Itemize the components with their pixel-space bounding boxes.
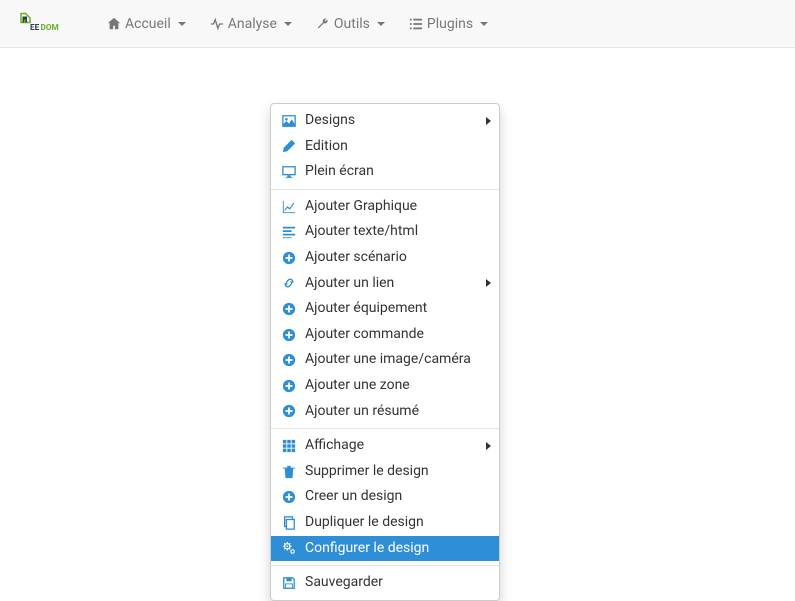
menu-ajouter-image[interactable]: Ajouter une image/caméra: [271, 347, 499, 373]
plus-circle-icon: [281, 378, 297, 394]
chart-line-icon: [281, 199, 297, 215]
menu-ajouter-equipement[interactable]: Ajouter équipement: [271, 296, 499, 322]
chevron-right-icon: [486, 442, 491, 450]
menu-ajouter-equipement-label: Ajouter équipement: [305, 299, 427, 319]
cogs-icon: [281, 540, 297, 556]
menu-ajouter-image-label: Ajouter une image/caméra: [305, 350, 471, 370]
menu-supprimer-label: Supprimer le design: [305, 462, 429, 482]
th-icon: [281, 438, 297, 454]
svg-text:DOM: DOM: [41, 23, 59, 33]
plus-circle-icon: [281, 352, 297, 368]
logo[interactable]: EE DOM: [15, 10, 75, 38]
plus-circle-icon: [281, 489, 297, 505]
menu-affichage-label: Affichage: [305, 436, 364, 456]
menu-ajouter-lien-label: Ajouter un lien: [305, 274, 394, 294]
chevron-right-icon: [486, 279, 491, 287]
caret-icon: [377, 22, 385, 26]
menu-plein-ecran[interactable]: Plein écran: [271, 159, 499, 185]
menu-plein-ecran-label: Plein écran: [305, 162, 374, 182]
chevron-right-icon: [486, 117, 491, 125]
heartbeat-icon: [210, 17, 224, 31]
menu-ajouter-graphique-label: Ajouter Graphique: [305, 197, 417, 217]
plus-circle-icon: [281, 403, 297, 419]
floppy-icon: [281, 575, 297, 591]
menu-sauvegarder[interactable]: Sauvegarder: [271, 570, 499, 596]
menu-sauvegarder-label: Sauvegarder: [305, 573, 383, 593]
menu-ajouter-resume-label: Ajouter un résumé: [305, 402, 419, 422]
menu-separator: [271, 428, 499, 429]
picture-icon: [281, 113, 297, 129]
nav-outils-label: Outils: [334, 16, 370, 32]
plus-circle-icon: [281, 327, 297, 343]
caret-icon: [284, 22, 292, 26]
nav-analyse[interactable]: Analyse: [198, 8, 304, 40]
menu-configurer[interactable]: Configurer le design: [271, 536, 499, 562]
navbar: EE DOM Accueil Analyse Outils Plugins: [0, 0, 795, 48]
home-icon: [107, 17, 121, 31]
menu-ajouter-commande[interactable]: Ajouter commande: [271, 322, 499, 348]
nav-accueil-label: Accueil: [125, 16, 171, 32]
menu-ajouter-scenario[interactable]: Ajouter scénario: [271, 245, 499, 271]
link-icon: [281, 275, 297, 291]
menu-affichage[interactable]: Affichage: [271, 433, 499, 459]
menu-ajouter-texte-label: Ajouter texte/html: [305, 222, 418, 242]
menu-ajouter-graphique[interactable]: Ajouter Graphique: [271, 194, 499, 220]
plus-circle-icon: [281, 250, 297, 266]
menu-supprimer[interactable]: Supprimer le design: [271, 459, 499, 485]
menu-creer[interactable]: Creer un design: [271, 484, 499, 510]
trash-icon: [281, 464, 297, 480]
nav-analyse-label: Analyse: [228, 16, 277, 32]
plus-circle-icon: [281, 301, 297, 317]
list-icon: [409, 17, 423, 31]
menu-ajouter-resume[interactable]: Ajouter un résumé: [271, 399, 499, 425]
menu-separator: [271, 189, 499, 190]
nav-plugins[interactable]: Plugins: [397, 8, 500, 40]
menu-configurer-label: Configurer le design: [305, 539, 429, 559]
nav-accueil[interactable]: Accueil: [95, 8, 198, 40]
menu-ajouter-texte[interactable]: Ajouter texte/html: [271, 219, 499, 245]
menu-ajouter-zone[interactable]: Ajouter une zone: [271, 373, 499, 399]
menu-creer-label: Creer un design: [305, 487, 402, 507]
menu-edition-label: Edition: [305, 137, 348, 157]
nav-plugins-label: Plugins: [427, 16, 473, 32]
menu-ajouter-lien[interactable]: Ajouter un lien: [271, 271, 499, 297]
pencil-icon: [281, 138, 297, 154]
menu-separator: [271, 565, 499, 566]
menu-ajouter-zone-label: Ajouter une zone: [305, 376, 410, 396]
caret-icon: [178, 22, 186, 26]
nav-outils[interactable]: Outils: [304, 8, 397, 40]
desktop-icon: [281, 164, 297, 180]
context-menu: Designs Edition Plein écran Ajouter Grap…: [270, 103, 500, 601]
menu-edition[interactable]: Edition: [271, 134, 499, 160]
svg-text:EE: EE: [30, 23, 40, 33]
menu-designs[interactable]: Designs: [271, 108, 499, 134]
caret-icon: [480, 22, 488, 26]
jeedom-logo-icon: EE DOM: [15, 10, 75, 38]
align-left-icon: [281, 224, 297, 240]
menu-ajouter-scenario-label: Ajouter scénario: [305, 248, 407, 268]
menu-ajouter-commande-label: Ajouter commande: [305, 325, 424, 345]
wrench-icon: [316, 17, 330, 31]
menu-designs-label: Designs: [305, 111, 355, 131]
